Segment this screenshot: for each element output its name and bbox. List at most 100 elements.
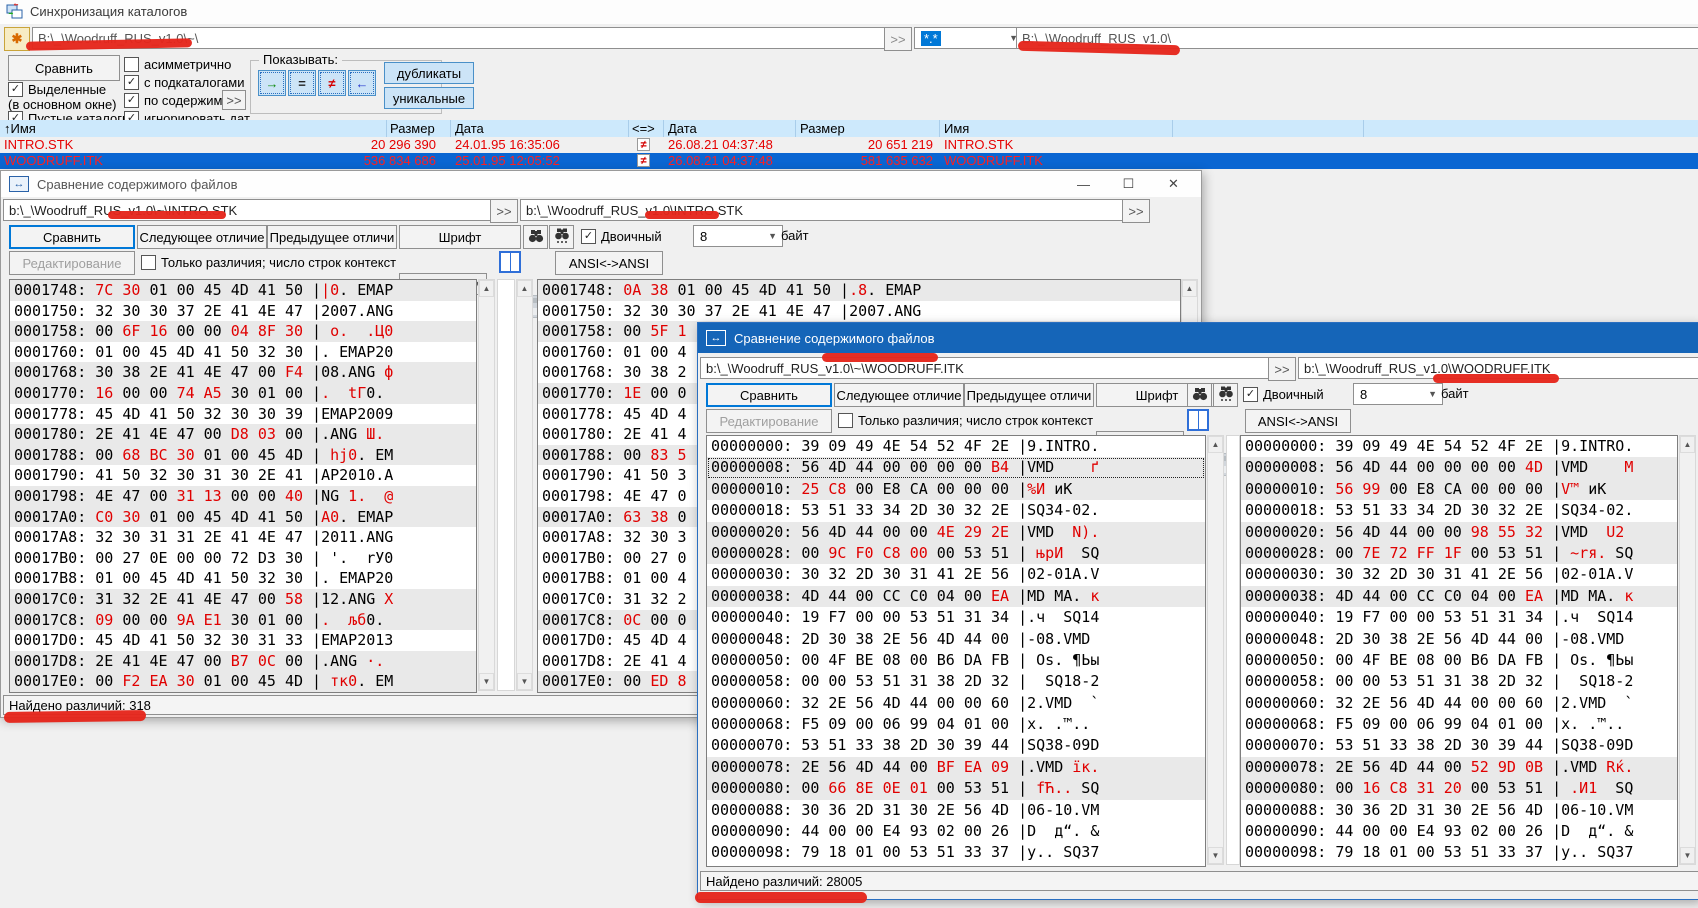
win2-edit-button[interactable]: Редактирование — [706, 409, 832, 433]
hex-row: 00000018: 53 51 33 34 2D 30 32 2E |SQ34-… — [1241, 500, 1677, 521]
table-cell: 20 651 219 — [793, 137, 933, 152]
main-chevron-button[interactable]: >> — [884, 27, 912, 51]
checkbox-selected[interactable]: Выделенные — [8, 82, 106, 97]
hex-row: 00017D0: 45 4D 41 50 32 30 31 33 |EMAP20… — [10, 630, 476, 651]
win1-font-button[interactable]: Шрифт — [399, 225, 521, 249]
duplicates-button[interactable]: дубликаты — [384, 62, 474, 84]
scroll-down-icon[interactable]: ▼ — [1208, 847, 1223, 864]
hex-row: 0001770: 16 00 00 74 A5 30 01 00 |. tГ0. — [10, 383, 476, 404]
file-table-header[interactable]: ↑Имя Размер Дата <=> Дата Размер Имя — [0, 120, 1698, 137]
filter-combo[interactable]: *.* ▼ — [914, 27, 1024, 49]
checkbox-box[interactable] — [838, 413, 853, 428]
checkbox-box[interactable] — [124, 93, 139, 108]
win2-binary-checkbox[interactable]: Двоичный — [1243, 387, 1324, 402]
table-cell: 24.01.95 16:35:06 — [455, 137, 560, 152]
win2-only-diff-checkbox[interactable]: Только различия; число строк контекст — [838, 413, 1093, 428]
win2-right-hex-panel[interactable]: 00000000: 39 09 49 4E 54 52 4F 2E |9.INT… — [1240, 435, 1678, 867]
hex-row: 00000078: 2E 56 4D 44 00 52 9D 0B |.VMD … — [1241, 757, 1677, 778]
checkbox-box[interactable] — [581, 229, 596, 244]
scroll-down-icon[interactable]: ▼ — [1680, 847, 1695, 864]
win1-right-scrollbar-left[interactable]: ▲▼ — [516, 279, 533, 691]
checkbox-box[interactable] — [1243, 387, 1258, 402]
win1-search-button[interactable] — [523, 225, 548, 249]
header-date-left[interactable]: Дата — [455, 121, 484, 136]
show-equal-toggle[interactable]: = — [288, 70, 316, 96]
win1-left-scrollbar[interactable]: ▲▼ — [478, 279, 495, 691]
win1-panel-splitter[interactable] — [497, 279, 515, 691]
checkbox-box[interactable] — [141, 255, 156, 270]
show-left-arrow-toggle[interactable]: ← — [348, 70, 376, 96]
win1-left-hex-panel[interactable]: 0001748: 7C 30 01 00 45 4D 41 50 ||0. EM… — [9, 279, 477, 693]
content-chevron-button[interactable]: >> — [222, 90, 246, 110]
win1-bytes-combo[interactable]: 8▼ — [693, 225, 783, 247]
checkbox-subdirs[interactable]: с подкаталогами — [124, 75, 244, 90]
win2-search-next-button[interactable] — [1213, 383, 1238, 407]
win2-next-diff-button[interactable]: Следующее отличие — [834, 383, 964, 407]
win1-swap-button[interactable]: >> — [490, 199, 518, 223]
checkbox-box[interactable] — [124, 75, 139, 90]
hex-row: 00000068: F5 09 00 06 99 04 01 00 |х. .™… — [707, 714, 1205, 735]
win1-bytes-label: байт — [781, 228, 809, 243]
checkbox-box[interactable] — [8, 82, 23, 97]
win1-edit-button[interactable]: Редактирование — [9, 251, 135, 275]
hex-row: 00000010: 56 99 00 E8 CA 00 00 00 |V™ иК — [1241, 479, 1677, 500]
header-name-left[interactable]: ↑Имя — [4, 121, 36, 136]
win1-right-path-field[interactable]: b:\_\Woodruff_RUS_v1.0\INTRO.STK — [520, 199, 1130, 221]
table-row[interactable]: WOODRUFF.ITK536 834 68625.01.95 12:05:52… — [0, 153, 1698, 169]
table-row[interactable]: INTRO.STK20 296 39024.01.95 16:35:0626.0… — [0, 137, 1698, 153]
win1-swap-button-2[interactable]: >> — [1122, 199, 1150, 223]
win2-left-hex-panel[interactable]: 00000000: 39 09 49 4E 54 52 4F 2E |9.INT… — [706, 435, 1206, 867]
win1-split-view-icon-button[interactable] — [499, 251, 521, 273]
scroll-down-icon[interactable]: ▼ — [517, 673, 532, 690]
scroll-up-icon[interactable]: ▲ — [479, 280, 494, 297]
header-date-right[interactable]: Дата — [668, 121, 697, 136]
maximize-button[interactable]: ☐ — [1106, 171, 1151, 197]
win2-titlebar[interactable]: ↔ Сравнение содержимого файлов — [698, 323, 1698, 353]
win1-compare-button[interactable]: Сравнить — [9, 225, 135, 249]
header-name-right[interactable]: Имя — [944, 121, 969, 136]
scroll-down-icon[interactable]: ▼ — [479, 673, 494, 690]
checkbox-asymmetric[interactable]: асимметрично — [124, 57, 231, 72]
win2-bytes-combo[interactable]: 8▼ — [1353, 383, 1443, 405]
checkbox-box[interactable] — [124, 57, 139, 72]
show-right-arrow-toggle[interactable]: → — [258, 70, 286, 96]
not-equal-icon: ≠ — [328, 76, 335, 91]
header-size-left[interactable]: Размер — [390, 121, 435, 136]
win1-ansi-button[interactable]: ANSI<->ANSI — [555, 251, 663, 275]
win2-ansi-button[interactable]: ANSI<->ANSI — [1245, 409, 1351, 433]
win2-prev-diff-button[interactable]: Предыдущее отличи — [964, 383, 1094, 407]
show-notequal-toggle[interactable]: ≠ — [318, 70, 346, 96]
hex-row: 00000078: 2E 56 4D 44 00 BF EA 09 |.VMD … — [707, 757, 1205, 778]
scroll-up-icon[interactable]: ▲ — [1680, 436, 1695, 453]
hex-row: 00000080: 00 66 8E 0E 01 00 53 51 | fЋ..… — [707, 778, 1205, 799]
win1-binary-checkbox[interactable]: Двоичный — [581, 229, 662, 244]
win1-titlebar[interactable]: ↔ Сравнение содержимого файлов — ☐ ✕ — [1, 171, 1201, 197]
main-window-title: Синхронизация каталогов — [30, 4, 187, 19]
hex-row: 0001758: 00 6F 16 00 00 04 8F 30 | o. .Ц… — [10, 321, 476, 342]
win1-search-next-button[interactable] — [549, 225, 574, 249]
red-marker-annotation — [4, 710, 146, 723]
win2-search-button[interactable] — [1187, 383, 1212, 407]
main-compare-button[interactable]: Сравнить — [8, 55, 120, 81]
win2-right-scrollbar[interactable]: ▲▼ — [1679, 435, 1696, 865]
win1-prev-diff-button[interactable]: Предыдущее отличи — [267, 225, 397, 249]
scroll-up-icon[interactable]: ▲ — [1182, 280, 1197, 297]
close-button[interactable]: ✕ — [1151, 171, 1196, 197]
win1-only-diff-checkbox[interactable]: Только различия; число строк контекст — [141, 255, 396, 270]
minimize-button[interactable]: — — [1061, 171, 1106, 197]
win2-split-view-icon-button[interactable] — [1187, 409, 1209, 431]
scroll-up-icon[interactable]: ▲ — [517, 280, 532, 297]
win2-swap-button[interactable]: >> — [1268, 357, 1296, 381]
header-compare-dir[interactable]: <=> — [632, 121, 655, 136]
win2-left-scrollbar[interactable]: ▲▼ — [1207, 435, 1224, 865]
table-cell: 20 296 390 — [318, 137, 436, 152]
hex-row: 00017A8: 32 30 31 31 2E 41 4E 47 |2011.A… — [10, 527, 476, 548]
win1-next-diff-button[interactable]: Следующее отличие — [137, 225, 267, 249]
win2-panel-splitter[interactable] — [1226, 435, 1240, 865]
header-size-right[interactable]: Размер — [800, 121, 845, 136]
scroll-up-icon[interactable]: ▲ — [1208, 436, 1223, 453]
win2-compare-button[interactable]: Сравнить — [706, 383, 832, 407]
win1-left-path-field[interactable]: b:\_\Woodruff_RUS_v1.0\~\INTRO.STK — [3, 199, 497, 221]
win2-left-path-field[interactable]: b:\_\Woodruff_RUS_v1.0\~\WOODRUFF.ITK — [700, 357, 1275, 379]
uniques-button[interactable]: уникальные — [384, 87, 474, 109]
